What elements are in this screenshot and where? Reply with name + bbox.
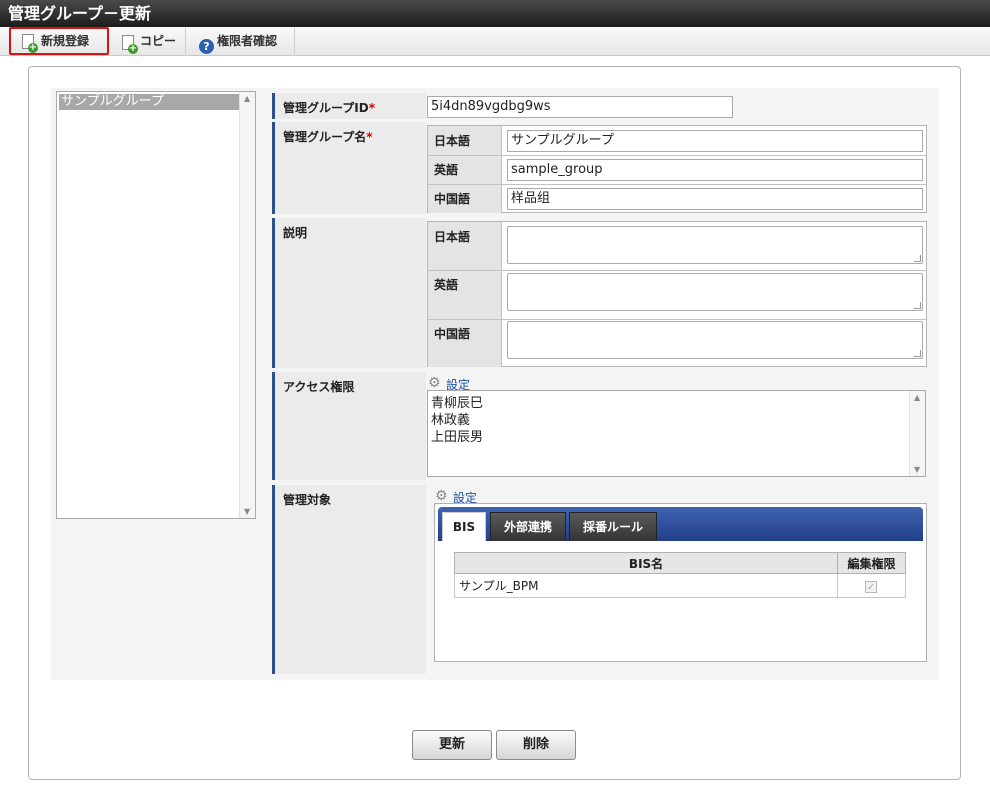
help-icon: ? xyxy=(199,33,214,59)
lang-label-ja: 日本語 xyxy=(428,126,502,155)
page-title: 管理グループ－更新 xyxy=(0,0,990,27)
access-list-scrollbar[interactable]: ▲ ▼ xyxy=(909,391,925,476)
access-user-list[interactable]: 青柳辰巳 林政義 上田辰男 ▲ ▼ xyxy=(427,390,926,477)
list-item: 上田辰男 xyxy=(431,430,484,445)
bis-table: BIS名 編集権限 サンプル_BPM ✓ xyxy=(453,552,906,598)
scroll-up-icon[interactable]: ▲ xyxy=(244,94,250,103)
table-row: サンプル_BPM ✓ xyxy=(453,573,906,598)
lang-label-en: 英語 xyxy=(428,270,502,319)
description-en-textarea[interactable] xyxy=(507,273,923,311)
check-authority-label: 権限者確認 xyxy=(217,34,278,48)
copy-button[interactable]: コピー xyxy=(110,28,186,54)
group-name-zh-field[interactable]: 样品组 xyxy=(507,188,923,210)
tab-bar: BIS 外部連携 採番ルール xyxy=(438,507,923,541)
lang-label-zh: 中国語 xyxy=(428,184,502,213)
tab-external-link[interactable]: 外部連携 xyxy=(490,512,566,541)
group-list[interactable]: サンプルグループ ▲ ▼ xyxy=(56,91,256,519)
new-button[interactable]: 新規登録 xyxy=(9,27,109,55)
lang-label-zh: 中国語 xyxy=(428,319,502,367)
required-mark: * xyxy=(368,101,375,115)
description-ja-textarea[interactable] xyxy=(507,226,923,264)
tab-numbering-rule[interactable]: 採番ルール xyxy=(569,512,657,541)
copy-document-icon xyxy=(122,33,138,59)
gear-icon: ⚙ xyxy=(435,488,448,504)
description-label: 説明 xyxy=(272,218,426,368)
column-header-bis-name: BIS名 xyxy=(453,552,839,574)
access-label: アクセス権限 xyxy=(272,372,426,480)
group-list-scrollbar[interactable]: ▲ ▼ xyxy=(239,92,255,518)
new-document-icon xyxy=(22,33,38,57)
new-button-label: 新規登録 xyxy=(41,34,90,48)
group-name-en-field[interactable]: sample_group xyxy=(507,159,923,181)
edit-permission-cell: ✓ xyxy=(837,573,906,598)
copy-button-label: コピー xyxy=(140,34,177,48)
description-zh-textarea[interactable] xyxy=(507,321,923,359)
lang-label-ja: 日本語 xyxy=(428,222,502,270)
scroll-up-icon[interactable]: ▲ xyxy=(914,393,920,402)
group-list-item[interactable]: サンプルグループ xyxy=(59,94,239,110)
target-label: 管理対象 xyxy=(272,485,426,674)
group-name-label: 管理グループ名* xyxy=(272,122,426,214)
bis-name-cell: サンプル_BPM xyxy=(453,573,839,598)
lang-label-en: 英語 xyxy=(428,155,502,184)
delete-button[interactable]: 削除 xyxy=(496,730,576,760)
column-header-edit-permission: 編集権限 xyxy=(837,552,906,574)
group-name-ja-field[interactable]: サンプルグループ xyxy=(507,130,923,152)
group-id-field[interactable]: 5i4dn89vgdbg9ws xyxy=(427,96,733,118)
required-mark: * xyxy=(366,130,373,144)
group-id-label: 管理グループID* xyxy=(272,93,426,119)
update-button[interactable]: 更新 xyxy=(412,730,492,760)
check-authority-button[interactable]: ? 権限者確認 xyxy=(187,28,295,54)
scroll-down-icon[interactable]: ▼ xyxy=(244,507,250,516)
gear-icon: ⚙ xyxy=(428,375,441,391)
edit-permission-checkbox: ✓ xyxy=(865,580,878,593)
scroll-down-icon[interactable]: ▼ xyxy=(914,465,920,474)
toolbar: 新規登録 コピー ? 権限者確認 xyxy=(0,27,990,56)
tab-bis[interactable]: BIS xyxy=(442,512,486,541)
